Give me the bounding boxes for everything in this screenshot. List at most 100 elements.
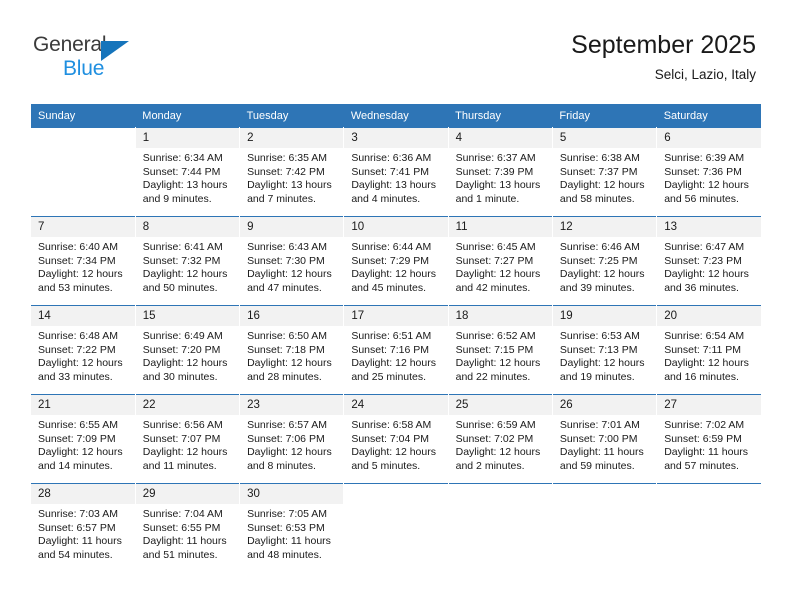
sunrise-text: Sunrise: 6:44 AM [351,241,432,253]
sunrise-text: Sunrise: 6:56 AM [142,419,223,431]
calendar-day-cell[interactable]: 22 Sunrise: 6:56 AM Sunset: 7:07 PM Dayligh… [135,394,241,484]
day-number: 5 [552,128,657,148]
daylight-text-line1: Daylight: 11 hours [664,446,749,459]
daylight-text-line2: and 47 minutes. [247,281,322,294]
calendar-day-cell-empty [552,483,658,572]
calendar-day-cell[interactable]: 26 Sunrise: 7:01 AM Sunset: 7:00 PM Dayligh… [552,394,658,484]
sunset-text: Sunset: 7:20 PM [142,343,221,356]
daylight-text-line1: Daylight: 12 hours [142,446,228,459]
calendar-day-cell[interactable]: 4 Sunrise: 6:37 AM Sunset: 7:39 PM Daylight… [448,127,553,217]
day-details [657,504,761,572]
general-blue-logo[interactable]: General Blue [33,33,173,81]
daylight-text-line2: and 8 minutes. [247,459,316,472]
day-details: Sunrise: 6:45 AM Sunset: 7:27 PM Daylight:… [449,237,552,305]
daylight-text-line2: and 7 minutes. [247,192,316,205]
daylight-text-line2: and 36 minutes. [664,281,739,294]
calendar-week-row: 7 Sunrise: 6:40 AM Sunset: 7:34 PM Daylight… [31,216,761,306]
calendar-day-cell[interactable]: 25 Sunrise: 6:59 AM Sunset: 7:02 PM Dayligh… [448,394,553,484]
calendar-header-row: Sunday Monday Tuesday Wednesday Thursday Frid… [31,104,761,128]
day-details: Sunrise: 6:40 AM Sunset: 7:34 PM Daylight:… [31,237,135,305]
page-header: General Blue September 2025 Selci, Lazio… [0,0,792,100]
sunrise-text: Sunrise: 6:51 AM [351,330,432,342]
sunset-text: Sunset: 6:53 PM [247,521,325,534]
calendar-day-cell[interactable]: 2 Sunrise: 6:35 AM Sunset: 7:42 PM Daylight… [239,127,345,217]
day-details: Sunrise: 6:48 AM Sunset: 7:22 PM Daylight:… [31,326,135,394]
calendar-day-cell[interactable]: 16 Sunrise: 6:50 AM Sunset: 7:18 PM Dayligh… [239,305,345,395]
calendar-page: General Blue September 2025 Selci, Lazio… [0,0,792,612]
calendar-day-cell[interactable]: 9 Sunrise: 6:43 AM Sunset: 7:30 PM Daylight… [239,216,345,306]
calendar-day-cell[interactable]: 27 Sunrise: 7:02 AM Sunset: 6:59 PM Dayligh… [656,394,761,484]
day-number: 3 [344,128,448,148]
calendar-day-cell[interactable]: 6 Sunrise: 6:39 AM Sunset: 7:36 PM Daylight… [656,127,761,217]
calendar-day-cell[interactable]: 24 Sunrise: 6:58 AM Sunset: 7:04 PM Dayligh… [343,394,449,484]
sunrise-text: Sunrise: 6:37 AM [455,152,536,164]
calendar-day-cell[interactable]: 23 Sunrise: 6:57 AM Sunset: 7:06 PM Dayligh… [239,394,345,484]
calendar-day-cell[interactable]: 14 Sunrise: 6:48 AM Sunset: 7:22 PM Dayligh… [31,305,136,395]
day-number [448,484,552,504]
day-number: 23 [240,395,344,415]
calendar-week-row: 14 Sunrise: 6:48 AM Sunset: 7:22 PM Dayligh… [31,305,761,395]
day-number: 12 [552,217,657,237]
sunrise-text: Sunrise: 6:52 AM [455,330,536,342]
calendar-day-cell[interactable]: 5 Sunrise: 6:38 AM Sunset: 7:37 PM Daylight… [552,127,658,217]
day-number: 29 [135,484,240,504]
page-subtitle: Selci, Lazio, Italy [654,67,756,82]
calendar-day-cell[interactable]: 19 Sunrise: 6:53 AM Sunset: 7:13 PM Dayligh… [552,305,658,395]
day-details [31,148,135,216]
daylight-text-line2: and 57 minutes. [664,459,739,472]
daylight-text-line2: and 48 minutes. [247,548,322,561]
calendar-day-cell[interactable]: 21 Sunrise: 6:55 AM Sunset: 7:09 PM Dayligh… [31,394,136,484]
sunrise-text: Sunrise: 6:48 AM [38,330,118,342]
sunrise-text: Sunrise: 6:57 AM [247,419,328,431]
calendar-day-cell[interactable]: 8 Sunrise: 6:41 AM Sunset: 7:32 PM Daylight… [135,216,241,306]
sunrise-text: Sunrise: 7:04 AM [142,508,223,520]
day-details: Sunrise: 7:01 AM Sunset: 7:00 PM Daylight:… [553,415,656,483]
calendar-day-cell[interactable]: 13 Sunrise: 6:47 AM Sunset: 7:23 PM Dayligh… [656,216,761,306]
day-details: Sunrise: 6:54 AM Sunset: 7:11 PM Daylight:… [657,326,761,394]
calendar-day-cell[interactable]: 10 Sunrise: 6:44 AM Sunset: 7:29 PM Dayligh… [343,216,449,306]
calendar-day-cell[interactable]: 15 Sunrise: 6:49 AM Sunset: 7:20 PM Dayligh… [135,305,241,395]
sunrise-text: Sunrise: 6:35 AM [247,152,328,164]
calendar-day-cell[interactable]: 3 Sunrise: 6:36 AM Sunset: 7:41 PM Daylight… [343,127,449,217]
sunrise-text: Sunrise: 6:49 AM [142,330,223,342]
calendar-day-cell[interactable]: 7 Sunrise: 6:40 AM Sunset: 7:34 PM Daylight… [31,216,136,306]
sunset-text: Sunset: 7:41 PM [351,165,429,178]
day-number: 2 [240,128,344,148]
calendar-day-cell[interactable]: 12 Sunrise: 6:46 AM Sunset: 7:25 PM Dayligh… [552,216,658,306]
day-number: 28 [31,484,135,504]
calendar-day-cell[interactable]: 20 Sunrise: 6:54 AM Sunset: 7:11 PM Dayligh… [656,305,761,395]
day-number: 26 [552,395,657,415]
calendar-body: 1 Sunrise: 6:34 AM Sunset: 7:44 PM Daylight… [31,127,761,572]
sunrise-text: Sunrise: 6:59 AM [455,419,536,431]
day-number: 1 [135,128,240,148]
day-number: 15 [135,306,240,326]
daylight-text-line1: Daylight: 11 hours [247,535,331,548]
day-details: Sunrise: 6:36 AM Sunset: 7:41 PM Daylight:… [344,148,447,216]
calendar-day-cell[interactable]: 17 Sunrise: 6:51 AM Sunset: 7:16 PM Dayligh… [343,305,449,395]
daylight-text-line1: Daylight: 12 hours [559,357,645,370]
calendar-day-cell[interactable]: 28 Sunrise: 7:03 AM Sunset: 6:57 PM Dayligh… [31,483,136,572]
sunrise-text: Sunrise: 6:50 AM [247,330,328,342]
day-details: Sunrise: 7:02 AM Sunset: 6:59 PM Daylight:… [657,415,761,483]
weekday-header-tuesday: Tuesday [239,104,344,128]
calendar-grid: Sunday Monday Tuesday Wednesday Thursday Frid… [31,104,761,572]
sunset-text: Sunset: 7:09 PM [38,432,116,445]
sunset-text: Sunset: 7:02 PM [455,432,534,445]
day-number [31,128,135,148]
logo-triangle-icon [101,41,129,61]
day-number: 13 [657,217,761,237]
day-details: Sunrise: 6:47 AM Sunset: 7:23 PM Daylight:… [657,237,761,305]
calendar-day-cell[interactable]: 30 Sunrise: 7:05 AM Sunset: 6:53 PM Dayligh… [239,483,345,572]
calendar-day-cell[interactable]: 29 Sunrise: 7:04 AM Sunset: 6:55 PM Dayligh… [135,483,241,572]
daylight-text-line2: and 58 minutes. [559,192,635,205]
daylight-text-line1: Daylight: 12 hours [38,268,123,281]
calendar-day-cell[interactable]: 1 Sunrise: 6:34 AM Sunset: 7:44 PM Daylight… [135,127,241,217]
calendar-day-cell[interactable]: 11 Sunrise: 6:45 AM Sunset: 7:27 PM Dayligh… [448,216,553,306]
sunset-text: Sunset: 7:04 PM [351,432,429,445]
daylight-text-line1: Daylight: 12 hours [247,446,332,459]
day-number [552,484,657,504]
daylight-text-line1: Daylight: 11 hours [38,535,122,548]
day-details: Sunrise: 6:58 AM Sunset: 7:04 PM Daylight:… [344,415,447,483]
calendar-day-cell[interactable]: 18 Sunrise: 6:52 AM Sunset: 7:15 PM Dayligh… [448,305,553,395]
calendar-day-cell-empty [343,483,449,572]
